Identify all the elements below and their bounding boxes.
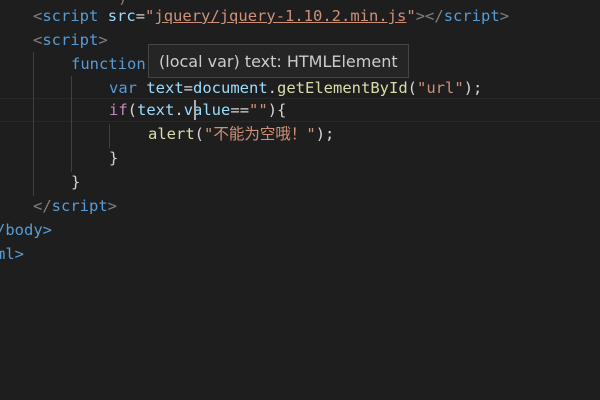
- code-line-3: function: [71, 55, 146, 73]
- code-line-6: alert("不能为空哦！");: [148, 125, 335, 143]
- code-line-10: /body>: [0, 221, 52, 239]
- hover-tooltip: (local var) text: HTMLElement: [148, 44, 409, 78]
- code-line-8: }: [71, 173, 81, 191]
- hover-tooltip-text: (local var) text: HTMLElement: [159, 51, 398, 71]
- code-line-2: <script>: [33, 31, 108, 49]
- indent-guide: [71, 76, 72, 172]
- text-cursor: [194, 100, 196, 120]
- code-line-7: }: [109, 149, 119, 167]
- code-editor[interactable]: ) <script src="jquery/jquery-1.10.2.min.…: [0, 0, 600, 400]
- code-line-4: var text=document.getElementById("url");: [109, 79, 483, 97]
- code-line-5: if(text.value==""){: [109, 101, 287, 119]
- indent-guide: [33, 52, 34, 196]
- code-line-11: ml>: [0, 245, 24, 263]
- script-src-link[interactable]: jquery/jquery-1.10.2.min.js: [154, 7, 406, 25]
- current-line-highlight: [0, 98, 600, 122]
- code-line-1: <script src="jquery/jquery-1.10.2.min.js…: [33, 7, 510, 25]
- code-line-9: </script>: [33, 197, 118, 215]
- indent-guide: [109, 124, 110, 148]
